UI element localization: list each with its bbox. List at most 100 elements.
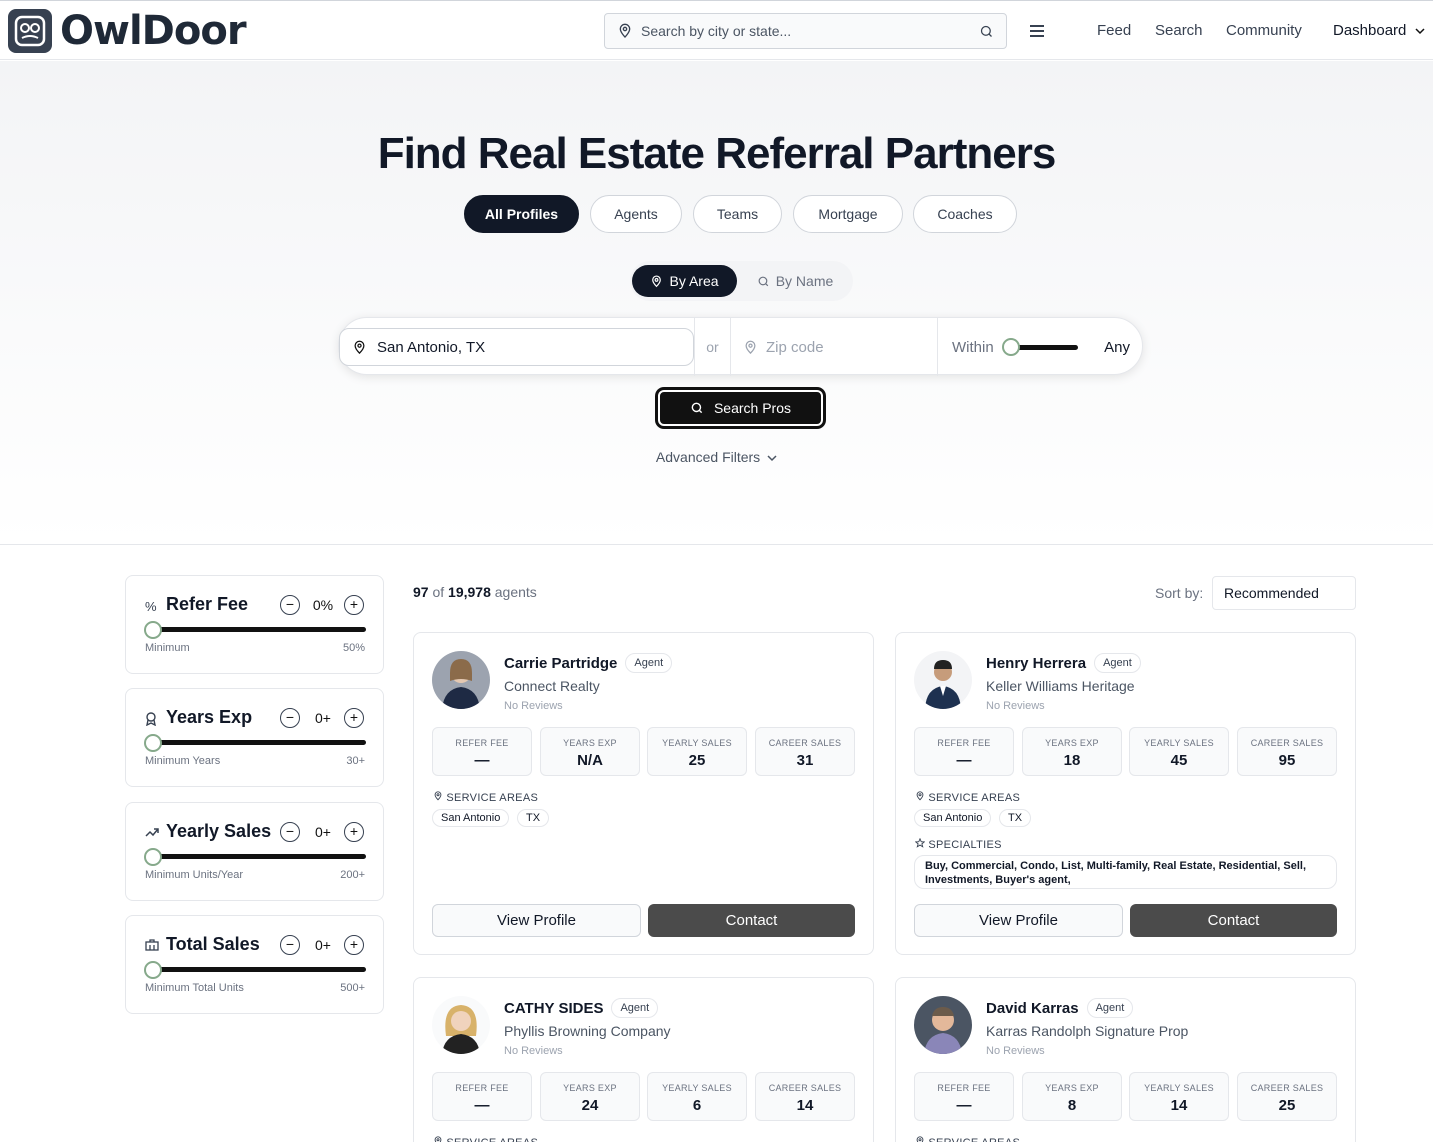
- trending-up-icon: [145, 826, 159, 841]
- view-profile-button[interactable]: View Profile: [432, 904, 641, 937]
- sort-select-value: Recommended: [1224, 585, 1319, 601]
- nav-community[interactable]: Community: [1226, 22, 1302, 39]
- city-input[interactable]: San Antonio, TX: [339, 328, 694, 366]
- slider-min-label: Minimum: [145, 642, 190, 654]
- increment-button[interactable]: +: [344, 708, 364, 728]
- agent-name-text: David Karras: [986, 999, 1079, 1017]
- logo[interactable]: OwlDoor: [8, 8, 247, 54]
- sort-label: Sort by:: [1155, 585, 1204, 601]
- avatar[interactable]: [432, 651, 490, 709]
- agent-name[interactable]: CATHY SIDES Agent: [504, 998, 659, 1018]
- agent-name-text: Carrie Partridge: [504, 654, 618, 672]
- filter-total-sales: Total Sales − 0+ + Minimum Total Units 5…: [125, 915, 384, 1014]
- contact-button[interactable]: Contact: [1130, 904, 1337, 937]
- advanced-filters-toggle[interactable]: Advanced Filters: [0, 449, 1433, 465]
- search-icon[interactable]: [979, 24, 994, 39]
- slider-track[interactable]: [153, 967, 366, 972]
- stat-label: YEARLY SALES: [662, 738, 732, 748]
- map-pin-icon: [745, 340, 756, 354]
- decrement-button[interactable]: −: [280, 595, 300, 615]
- stat-label: CAREER SALES: [768, 1083, 842, 1093]
- decrement-button[interactable]: −: [280, 822, 300, 842]
- hero-section: Find Real Estate Referral Partners All P…: [0, 61, 1433, 545]
- stat-value: N/A: [577, 752, 603, 769]
- nav-search[interactable]: Search: [1155, 22, 1203, 39]
- map-pin-icon: [916, 791, 924, 801]
- stat-years-exp: YEARS EXP 18: [1022, 727, 1122, 776]
- mode-by-area[interactable]: By Area: [632, 265, 737, 297]
- filter-value: 0%: [312, 597, 334, 613]
- agent-name-text: Henry Herrera: [986, 654, 1087, 672]
- filter-value: 0+: [315, 710, 331, 726]
- stat-yearly-sales: YEARLY SALES 6: [647, 1072, 747, 1121]
- avatar[interactable]: [432, 996, 490, 1054]
- search-pros-button[interactable]: Search Pros: [656, 388, 825, 428]
- building-icon: [145, 939, 159, 954]
- agent-reviews: No Reviews: [504, 700, 563, 712]
- decrement-button[interactable]: −: [280, 935, 300, 955]
- tab-mortgage[interactable]: Mortgage: [793, 195, 903, 233]
- owl-logo-icon: [8, 9, 52, 53]
- header-search-input[interactable]: Search by city or state...: [604, 13, 1007, 49]
- increment-button[interactable]: +: [344, 595, 364, 615]
- slider-track[interactable]: [153, 854, 366, 859]
- menu-icon[interactable]: [1030, 21, 1044, 42]
- tab-teams[interactable]: Teams: [693, 195, 782, 233]
- stat-yearly-sales: YEARLY SALES 25: [647, 727, 747, 776]
- role-badge: Agent: [1086, 998, 1134, 1018]
- role-badge: Agent: [1094, 653, 1141, 673]
- stat-career-sales: CAREER SALES 25: [1237, 1072, 1337, 1121]
- nav-feed[interactable]: Feed: [1097, 22, 1131, 39]
- results-unit: agents: [494, 584, 537, 600]
- stat-yearly-sales: YEARLY SALES 45: [1129, 727, 1229, 776]
- slider-max-label: 500+: [340, 982, 365, 994]
- tab-all-profiles[interactable]: All Profiles: [464, 195, 579, 233]
- avatar[interactable]: [914, 996, 972, 1054]
- slider-handle[interactable]: [144, 734, 162, 752]
- stat-label: CAREER SALES: [1250, 738, 1324, 748]
- star-icon: [914, 837, 926, 848]
- stat-refer-fee: REFER FEE —: [432, 1072, 532, 1121]
- nav-dashboard[interactable]: Dashboard: [1333, 22, 1425, 39]
- stat-label: CAREER SALES: [768, 738, 842, 748]
- filter-value: 0+: [315, 937, 331, 953]
- slider-handle[interactable]: [144, 848, 162, 866]
- stat-yearly-sales: YEARLY SALES 14: [1129, 1072, 1229, 1121]
- map-pin-icon: [434, 791, 442, 801]
- slider-handle[interactable]: [144, 961, 162, 979]
- slider-track[interactable]: [153, 740, 366, 745]
- sort-select[interactable]: Recommended: [1212, 576, 1356, 610]
- stat-value: —: [474, 1097, 490, 1114]
- stat-label: YEARS EXP: [563, 738, 617, 748]
- stat-years-exp: YEARS EXP 24: [540, 1072, 640, 1121]
- avatar[interactable]: [914, 651, 972, 709]
- search-icon: [758, 276, 768, 286]
- increment-button[interactable]: +: [344, 935, 364, 955]
- decrement-button[interactable]: −: [280, 708, 300, 728]
- agent-name[interactable]: Henry Herrera Agent: [986, 653, 1141, 673]
- filter-refer-fee: % Refer Fee − 0% + Minimum 50%: [125, 575, 384, 674]
- agent-reviews: No Reviews: [504, 1045, 563, 1057]
- results-of: of: [432, 584, 445, 600]
- mode-by-name[interactable]: By Name: [742, 265, 848, 297]
- tab-agents[interactable]: Agents: [590, 195, 682, 233]
- search-mode-toggle: By Area By Name: [630, 261, 853, 301]
- agent-company: Karras Randolph Signature Prop: [986, 1023, 1189, 1039]
- slider-handle[interactable]: [144, 621, 162, 639]
- stat-label: CAREER SALES: [1250, 1083, 1324, 1093]
- agent-name[interactable]: David Karras Agent: [986, 998, 1134, 1018]
- agent-name[interactable]: Carrie Partridge Agent: [504, 653, 673, 673]
- within-slider-track[interactable]: [1012, 345, 1078, 350]
- slider-max-label: 50%: [342, 642, 365, 654]
- within-slider-handle[interactable]: [1002, 338, 1020, 356]
- slider-min-label: Minimum Units/Year: [145, 869, 244, 881]
- contact-button[interactable]: Contact: [648, 904, 855, 937]
- agent-name-text: CATHY SIDES: [504, 999, 604, 1017]
- logo-text: OwlDoor: [60, 8, 247, 54]
- view-profile-button[interactable]: View Profile: [914, 904, 1123, 937]
- slider-track[interactable]: [153, 627, 366, 632]
- role-badge: Agent: [611, 998, 659, 1018]
- increment-button[interactable]: +: [344, 822, 364, 842]
- tab-coaches[interactable]: Coaches: [913, 195, 1017, 233]
- zip-code-input[interactable]: Zip code: [743, 318, 937, 376]
